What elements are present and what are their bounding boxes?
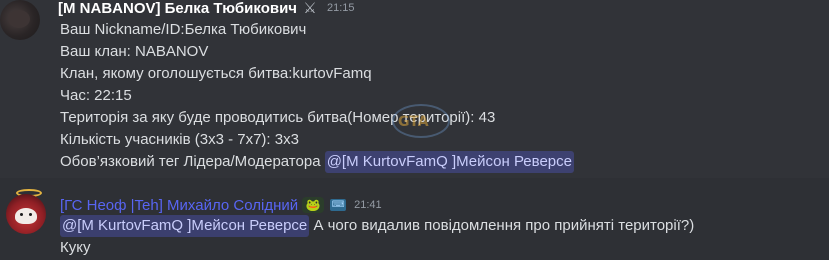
- message-line: Ваш клан: NABANOV: [60, 43, 209, 60]
- message-text: А чого видалив повідомлення про прийняті…: [309, 217, 695, 234]
- user-avatar[interactable]: [0, 0, 40, 40]
- username[interactable]: [ГС Неоф |Teh] Михайло Солідний: [60, 197, 298, 214]
- message-line: Клан, якому оголошується битва:kurtovFam…: [60, 65, 372, 82]
- message-header: [ГС Неоф |Teh] Михайло Солідний 🐸 ⌨ 21:4…: [60, 194, 382, 216]
- keyboard-icon: ⌨: [330, 199, 347, 211]
- message-line: Куку: [60, 239, 91, 256]
- message-group-1: [M NABANOV] Белка Тюбикович ⚔ 21:15 Ваш …: [0, 0, 829, 174]
- gta-watermark-logo: GTA: [392, 104, 452, 140]
- message-line: Ваш Nickname/ID:Белка Тюбикович: [60, 21, 307, 38]
- frog-icon: 🐸: [302, 197, 325, 213]
- message-content: @[M KurtovFamQ ]Мейсон Реверсе А чого ви…: [60, 215, 819, 259]
- timestamp[interactable]: 21:15: [327, 2, 355, 14]
- message-line: Обов’язковий тег Лідера/Модератора @[M K…: [60, 151, 819, 173]
- user-mention[interactable]: @[M KurtovFamQ ]Мейсон Реверсе: [60, 215, 310, 237]
- message-group-2: [ГС Неоф |Teh] Михайло Солідний 🐸 ⌨ 21:4…: [0, 178, 829, 260]
- message-text: Обов’язковий тег Лідера/Модератора: [60, 153, 325, 170]
- timestamp[interactable]: 21:41: [354, 199, 382, 211]
- crossed-swords-icon: ⚔: [303, 0, 317, 17]
- message-line: @[M KurtovFamQ ]Мейсон Реверсе А чого ви…: [60, 215, 819, 237]
- message-header: [M NABANOV] Белка Тюбикович ⚔ 21:15: [58, 0, 355, 19]
- username[interactable]: [M NABANOV] Белка Тюбикович: [58, 0, 297, 17]
- message-content: Ваш Nickname/ID:Белка Тюбикович Ваш клан…: [60, 19, 819, 173]
- user-avatar[interactable]: [6, 194, 46, 234]
- watermark-text: GTA: [398, 114, 429, 130]
- user-mention[interactable]: @[M KurtovFamQ ]Мейсон Реверсе: [324, 151, 574, 173]
